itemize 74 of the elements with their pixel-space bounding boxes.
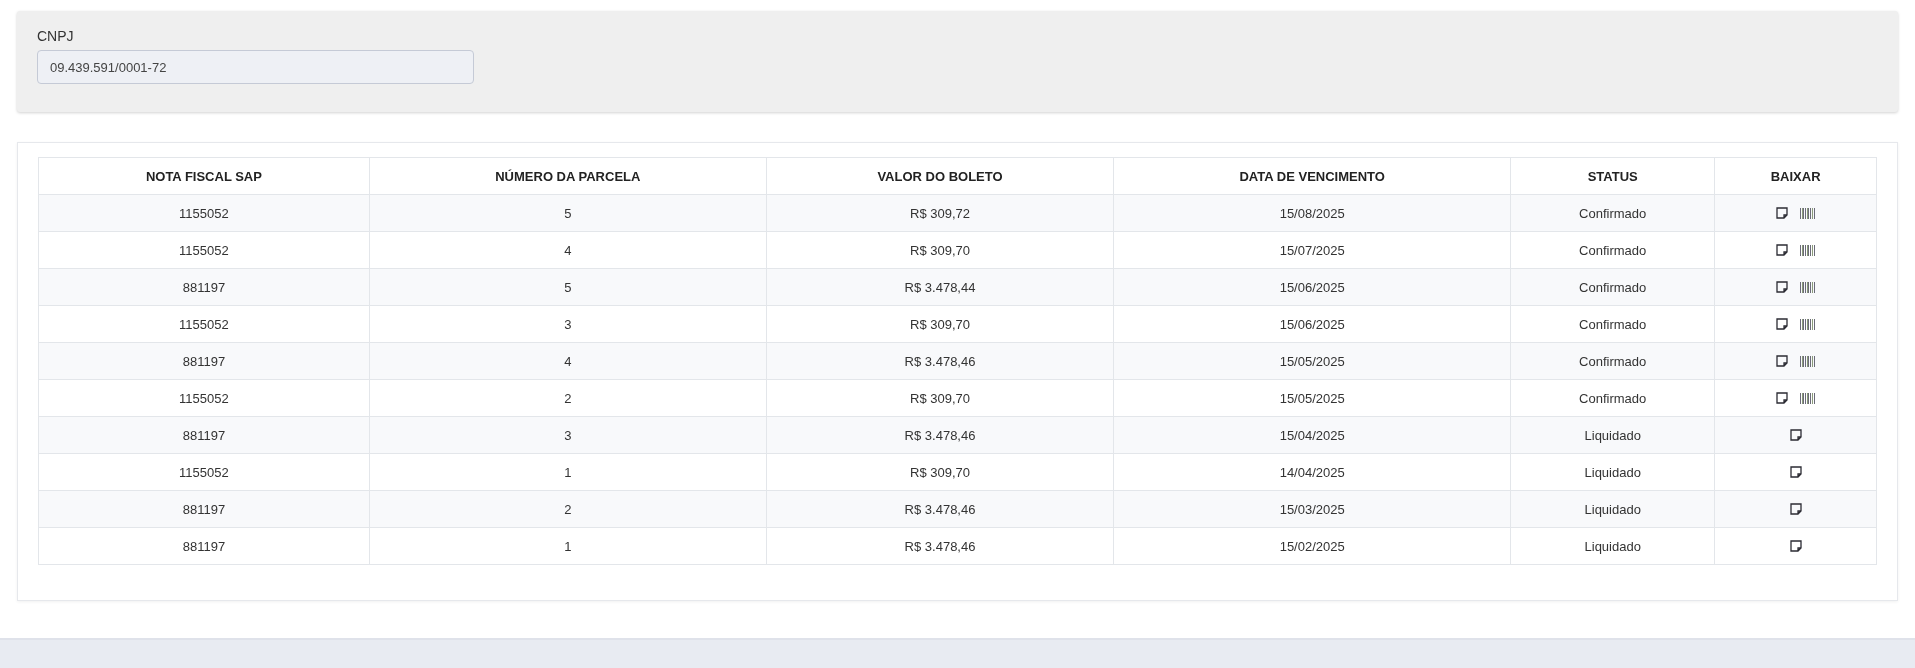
column-header: BAIXAR [1714, 157, 1877, 195]
table-cell: R$ 309,70 [766, 231, 1114, 269]
column-header: VALOR DO BOLETO [766, 157, 1114, 195]
table-cell: 881197 [38, 342, 370, 380]
table-cell: 2 [369, 490, 767, 528]
table-cell: 5 [369, 194, 767, 232]
barcode-icon[interactable] [1800, 392, 1816, 404]
table-cell: 5 [369, 268, 767, 306]
barcode-icon[interactable] [1800, 244, 1816, 256]
table-cell: 2 [369, 379, 767, 417]
table-cell: Confirmado [1510, 342, 1715, 380]
table-cell: 1155052 [38, 305, 370, 343]
table-cell: 1 [369, 453, 767, 491]
table-cell: Confirmado [1510, 268, 1715, 306]
table-cell: 15/06/2025 [1113, 305, 1511, 343]
barcode-icon[interactable] [1800, 318, 1816, 330]
column-header: NOTA FISCAL SAP [38, 157, 370, 195]
table-cell: Liquidado [1510, 453, 1715, 491]
table-cell: R$ 3.478,46 [766, 490, 1114, 528]
table-cell: 1 [369, 527, 767, 565]
note-icon[interactable] [1776, 207, 1789, 219]
table-cell: R$ 309,70 [766, 379, 1114, 417]
table-cell: 15/08/2025 [1113, 194, 1511, 232]
table-cell: 881197 [38, 416, 370, 454]
table-cell: 4 [369, 231, 767, 269]
table-cell: 4 [369, 342, 767, 380]
barcode-icon[interactable] [1800, 355, 1816, 367]
table-cell: Liquidado [1510, 416, 1715, 454]
table-cell: 15/06/2025 [1113, 268, 1511, 306]
field-label: CNPJ [37, 28, 74, 44]
note-icon[interactable] [1776, 392, 1789, 404]
column-header: NÚMERO DA PARCELA [369, 157, 767, 195]
table-cell: 15/02/2025 [1113, 527, 1511, 565]
table-cell: 3 [369, 305, 767, 343]
table-cell: 15/07/2025 [1113, 231, 1511, 269]
table-cell: R$ 309,70 [766, 453, 1114, 491]
note-icon[interactable] [1776, 318, 1789, 330]
table-cell: 15/05/2025 [1113, 342, 1511, 380]
column-header: STATUS [1510, 157, 1715, 195]
table-cell: 1155052 [38, 231, 370, 269]
table-cell: 1155052 [38, 379, 370, 417]
barcode-icon[interactable] [1800, 207, 1816, 219]
table-cell: R$ 3.478,44 [766, 268, 1114, 306]
note-icon[interactable] [1776, 281, 1789, 293]
table-cell: 1155052 [38, 453, 370, 491]
table-cell: 3 [369, 416, 767, 454]
table-cell: R$ 3.478,46 [766, 416, 1114, 454]
note-icon[interactable] [1789, 466, 1802, 478]
table-cell: R$ 309,70 [766, 305, 1114, 343]
note-icon[interactable] [1776, 244, 1789, 256]
table-cell: R$ 3.478,46 [766, 342, 1114, 380]
table-cell: 881197 [38, 490, 370, 528]
note-icon[interactable] [1789, 429, 1802, 441]
barcode-icon[interactable] [1800, 281, 1816, 293]
table-cell: 15/04/2025 [1113, 416, 1511, 454]
note-icon[interactable] [1789, 540, 1802, 552]
table-cell: 14/04/2025 [1113, 453, 1511, 491]
note-icon[interactable] [1789, 503, 1802, 515]
table-cell: Liquidado [1510, 527, 1715, 565]
table-cell: 15/05/2025 [1113, 379, 1511, 417]
column-header: DATA DE VENCIMENTO [1113, 157, 1511, 195]
table-cell: 881197 [38, 527, 370, 565]
table-cell: Confirmado [1510, 194, 1715, 232]
table-cell: Confirmado [1510, 379, 1715, 417]
table-cell: 15/03/2025 [1113, 490, 1511, 528]
cnpj-field[interactable]: 09.439.591/0001-72 [37, 50, 474, 84]
table-cell: Liquidado [1510, 490, 1715, 528]
table-cell: R$ 309,72 [766, 194, 1114, 232]
table-cell: R$ 3.478,46 [766, 527, 1114, 565]
table-cell: 881197 [38, 268, 370, 306]
table-cell: Confirmado [1510, 231, 1715, 269]
table-cell: 1155052 [38, 194, 370, 232]
note-icon[interactable] [1776, 355, 1789, 367]
table-cell: Confirmado [1510, 305, 1715, 343]
